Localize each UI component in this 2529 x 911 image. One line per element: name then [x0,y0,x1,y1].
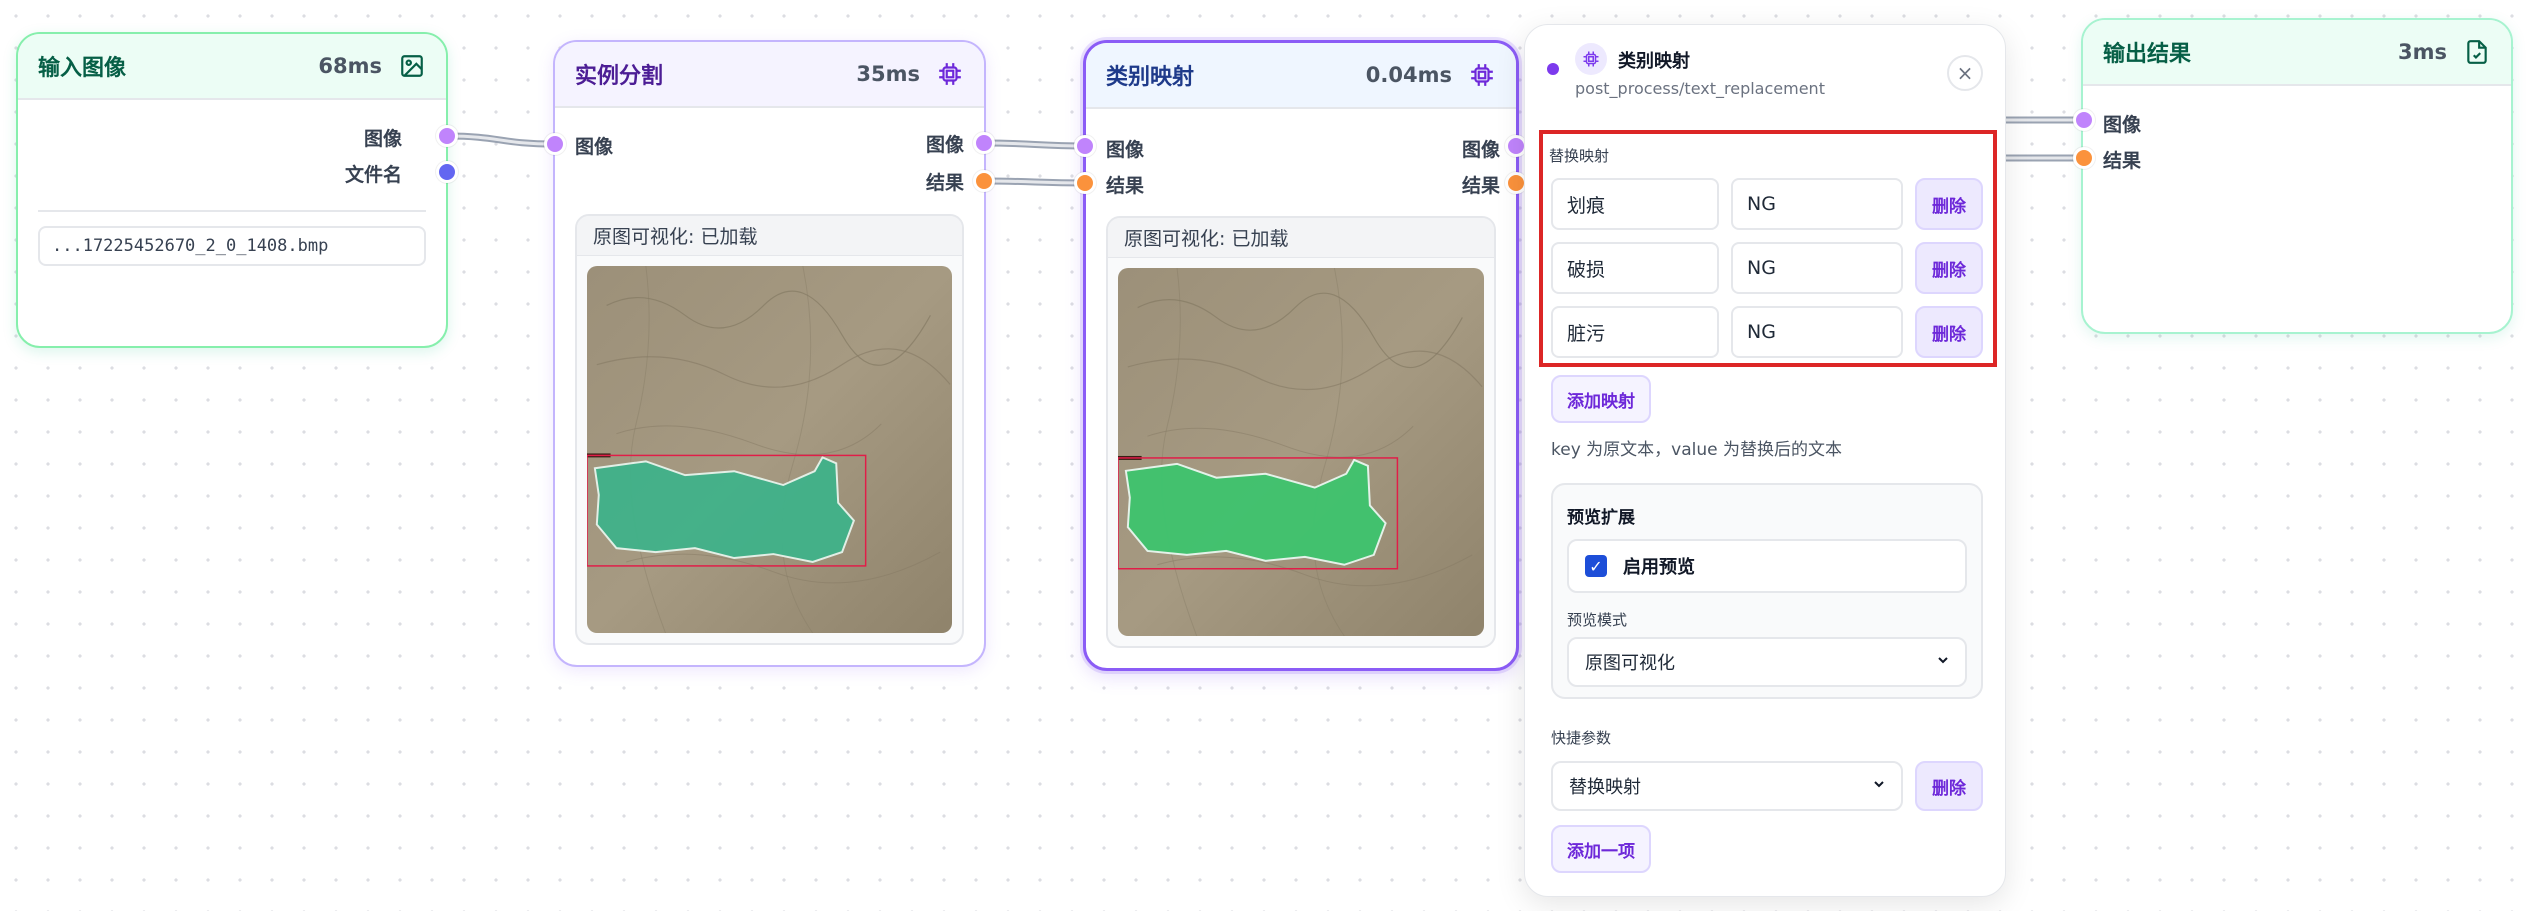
port-in-image: 图像 [1106,135,1144,162]
add-item-button[interactable]: 添加一项 [1551,825,1651,873]
node-time: 35ms [856,62,920,86]
select-value: 替换映射 [1569,777,1641,798]
port-handle-image-in[interactable] [2073,109,2095,131]
node-header[interactable]: 输入图像 68ms [18,34,446,100]
node-category-mapping[interactable]: 类别映射 0.04ms 图像 结果 图像 结果 原图可视化: 已加载 [1083,40,1519,671]
quick-params-select[interactable]: 替换映射 [1551,761,1903,811]
node-input-image[interactable]: 输入图像 68ms 图像 文件名 ...17225452670_2_0_1408… [16,32,448,348]
port-handle-image-in[interactable] [1074,135,1096,157]
chevron-down-icon [1935,652,1951,672]
port-out-result: 结果 [1462,171,1500,198]
add-mapping-button[interactable]: 添加映射 [1551,375,1651,423]
document-icon [2463,38,2491,66]
node-time: 68ms [318,54,382,78]
quick-params-label: 快捷参数 [1551,729,1612,747]
port-handle-result-in[interactable] [2073,147,2095,169]
node-header[interactable]: 实例分割 35ms [555,42,984,108]
port-out-image: 图像 [1462,135,1500,162]
preview-extension-section: 预览扩展 ✓ 启用预览 预览模式 原图可视化 [1551,483,1983,699]
divider [38,210,426,212]
port-in-image: 图像 [575,132,613,159]
checkbox-checked-icon[interactable]: ✓ [1585,555,1607,577]
preview-panel: 原图可视化: 已加载 [1106,216,1496,648]
workflow-canvas[interactable]: 输入图像 68ms 图像 文件名 ...17225452670_2_0_1408… [0,0,2529,911]
checkbox-label: 启用预览 [1623,557,1695,578]
mapping-section-label: 替换映射 [1549,147,1610,165]
preview-image[interactable] [587,266,952,633]
port-label: 图像 [1106,139,1145,161]
node-title: 类别映射 [1106,65,1195,90]
port-out-filename: 文件名 [345,160,402,187]
port-handle-result-out[interactable] [973,170,995,192]
port-label: 图像 [363,128,402,150]
node-time: 3ms [2398,40,2447,64]
mapping-row: 破损 NG 删除 [1551,242,1983,294]
mapping-key-input[interactable]: 脏污 [1551,306,1719,358]
preview-panel: 原图可视化: 已加载 [575,214,964,645]
mapping-value-input[interactable]: NG [1731,306,1903,358]
mapping-key-input[interactable]: 破损 [1551,242,1719,294]
port-label: 结果 [2103,150,2142,172]
port-label: 图像 [575,136,614,158]
port-out-image: 图像 [364,124,402,151]
properties-panel: 类别映射 post_process/text_replacement × 替换映… [1524,24,2006,897]
port-label: 图像 [925,134,964,156]
preview-mode-label: 预览模式 [1567,611,1628,629]
chip-icon [936,60,964,88]
port-out-image: 图像 [926,130,964,157]
port-label: 图像 [2103,114,2142,136]
node-title: 输出结果 [2103,42,2192,67]
port-in-result: 结果 [1106,171,1144,198]
port-handle-filename-out[interactable] [436,161,458,183]
panel-header: 类别映射 post_process/text_replacement × [1525,25,2005,113]
mapping-key-input[interactable]: 划痕 [1551,178,1719,230]
preview-title: 原图可视化: 已加载 [577,216,962,256]
delete-mapping-button[interactable]: 删除 [1915,306,1983,358]
port-label: 结果 [1106,175,1145,197]
mapping-row: 划痕 NG 删除 [1551,178,1983,230]
close-icon[interactable]: × [1947,55,1983,91]
port-handle-result-in[interactable] [1074,172,1096,194]
port-handle-image-out[interactable] [436,125,458,147]
filename-field[interactable]: ...17225452670_2_0_1408.bmp [38,226,426,266]
port-label: 文件名 [344,164,402,186]
port-out-result: 结果 [926,168,964,195]
mapping-value-input[interactable]: NG [1731,242,1903,294]
port-in-image: 图像 [2103,110,2141,137]
port-in-result: 结果 [2103,146,2141,173]
port-label: 图像 [1461,139,1500,161]
node-title: 输入图像 [38,56,127,81]
panel-subtitle: post_process/text_replacement [1575,79,1825,98]
panel-title: 类别映射 [1618,51,1690,72]
preview-mode-select[interactable]: 原图可视化 [1567,637,1967,687]
port-handle-image-out[interactable] [973,132,995,154]
preview-image[interactable] [1118,268,1484,636]
chip-icon [1468,61,1496,89]
enable-preview-toggle[interactable]: ✓ 启用预览 [1567,539,1967,593]
section-title: 预览扩展 [1567,508,1635,528]
mapping-row: 脏污 NG 删除 [1551,306,1983,358]
node-title: 实例分割 [575,64,664,89]
node-header[interactable]: 类别映射 0.04ms [1086,43,1516,109]
select-value: 原图可视化 [1585,653,1675,674]
chip-icon [1575,43,1607,75]
status-dot [1547,63,1559,75]
port-handle-image-in[interactable] [544,133,566,155]
port-label: 结果 [1461,175,1500,197]
mapping-value-input[interactable]: NG [1731,178,1903,230]
delete-mapping-button[interactable]: 删除 [1915,242,1983,294]
node-output-result[interactable]: 输出结果 3ms 图像 结果 [2081,18,2513,334]
port-label: 结果 [925,172,964,194]
node-time: 0.04ms [1365,63,1452,87]
delete-quick-param-button[interactable]: 删除 [1915,761,1983,811]
image-icon [398,52,426,80]
preview-title: 原图可视化: 已加载 [1108,218,1494,258]
chevron-down-icon [1871,776,1887,796]
mapping-hint: key 为原文本，value 为替换后的文本 [1551,440,1842,460]
delete-mapping-button[interactable]: 删除 [1915,178,1983,230]
node-instance-segmentation[interactable]: 实例分割 35ms 图像 图像 结果 原图可视化: 已加载 [553,40,986,667]
node-header[interactable]: 输出结果 3ms [2083,20,2511,86]
